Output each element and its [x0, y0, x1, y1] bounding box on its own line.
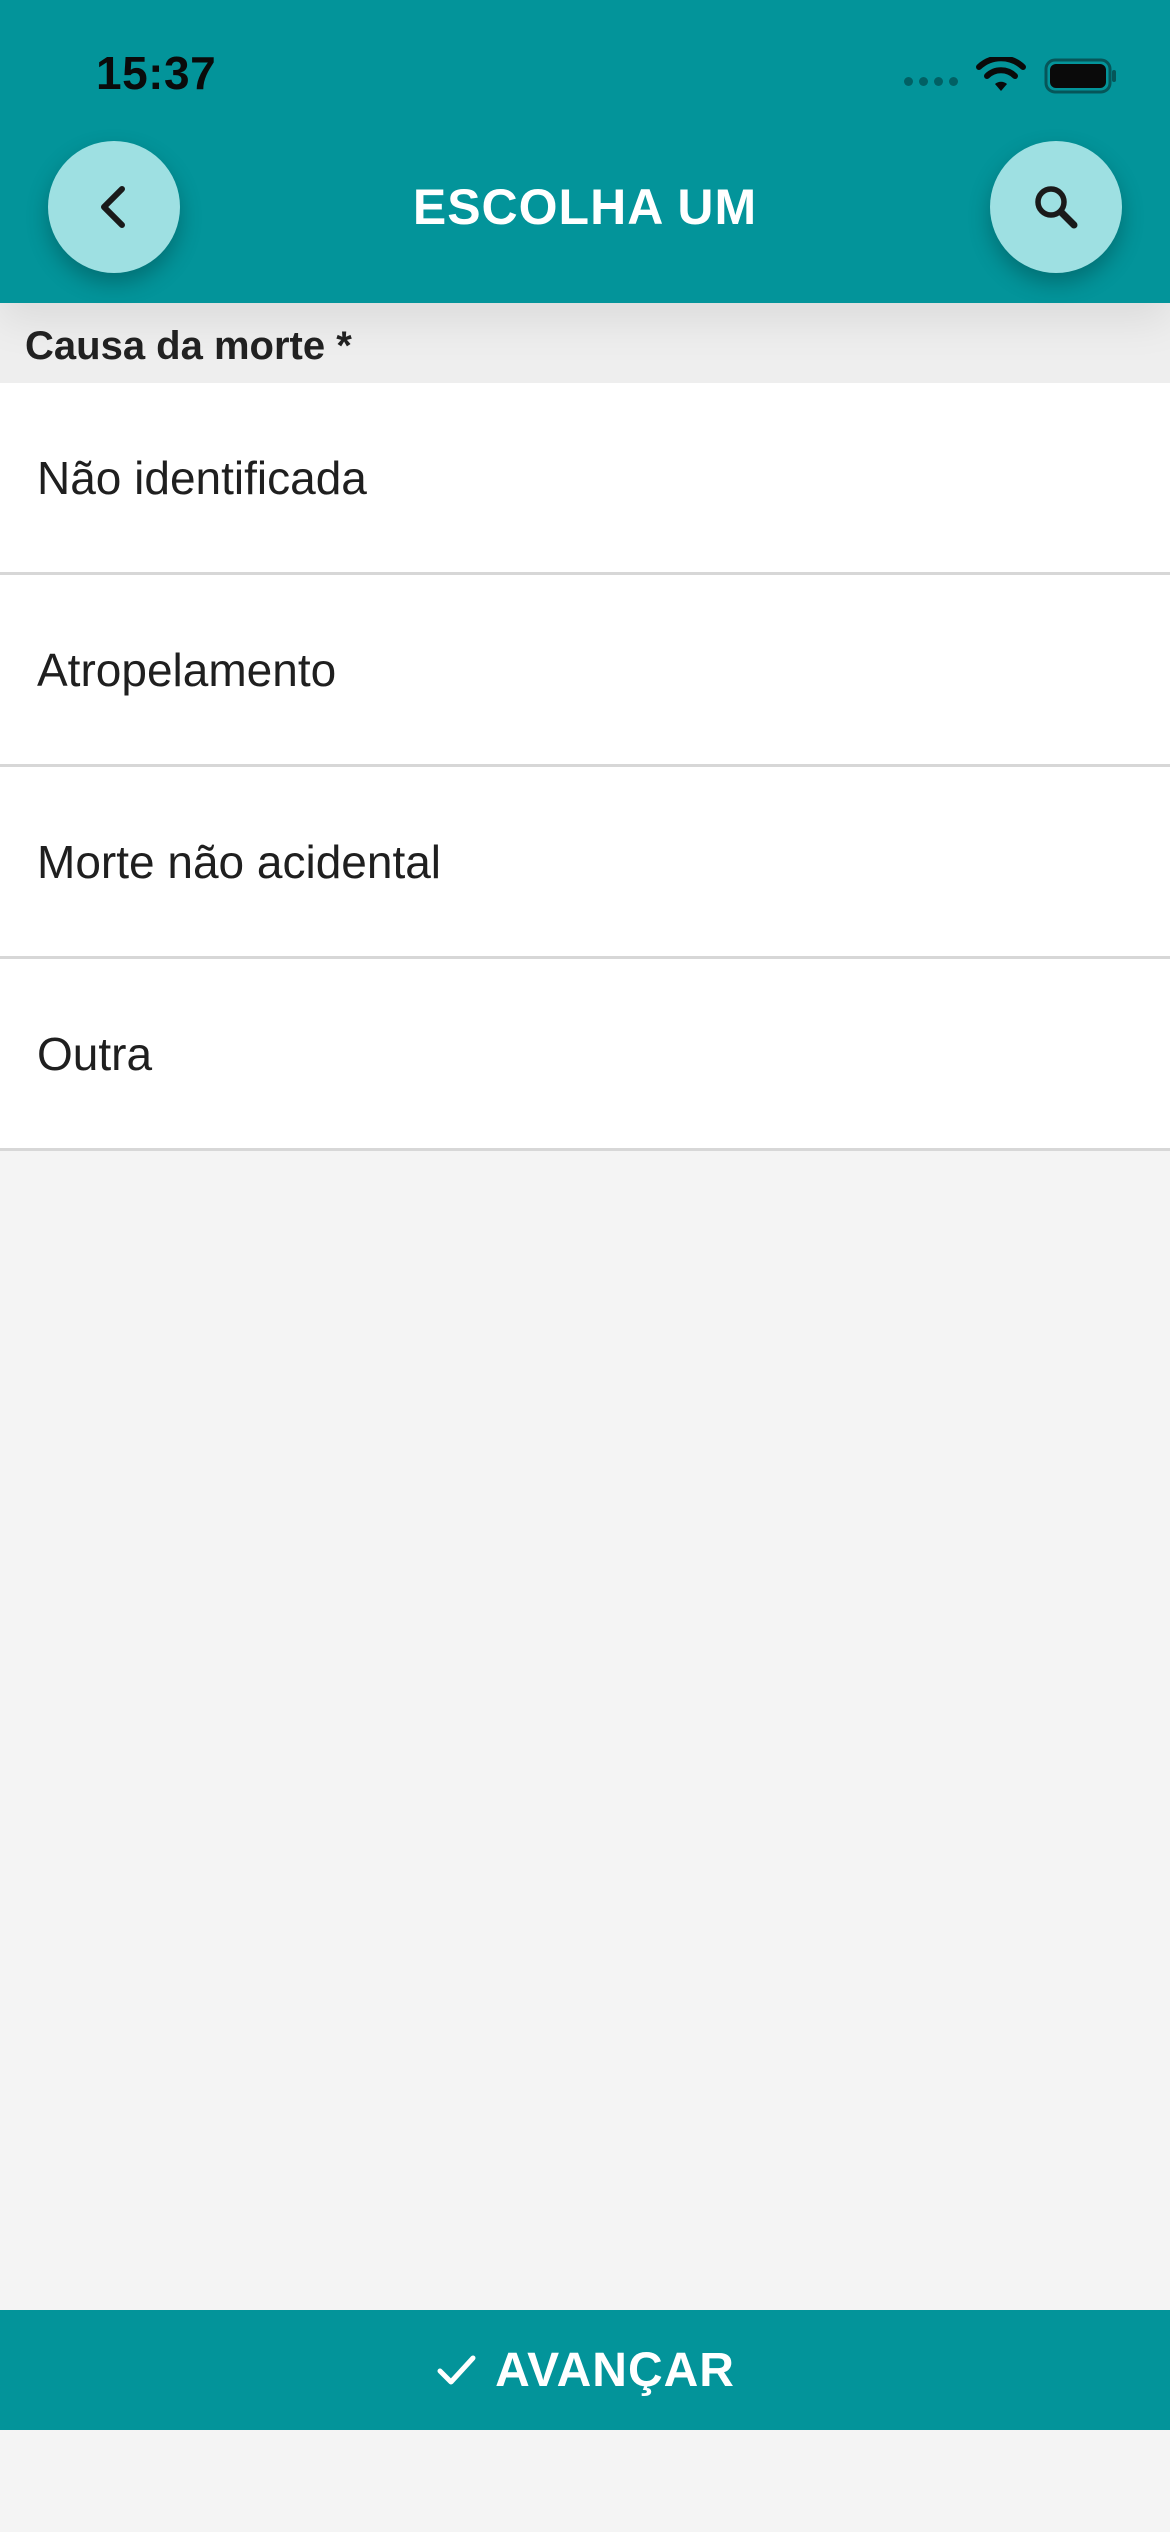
wifi-icon [976, 57, 1026, 91]
option-label: Atropelamento [37, 643, 337, 696]
advance-button[interactable]: AVANÇAR [0, 2310, 1170, 2430]
app-header: 15:37 ESCOLHA UM [0, 0, 1170, 303]
advance-button-label: AVANÇAR [495, 2343, 735, 2397]
option-list: Não identificada Atropelamento Morte não… [0, 383, 1170, 1151]
cellular-signal-icon [904, 76, 958, 86]
option-item[interactable]: Morte não acidental [0, 767, 1170, 959]
option-item[interactable]: Atropelamento [0, 575, 1170, 767]
option-item[interactable]: Não identificada [0, 383, 1170, 575]
section-label: Causa da morte * [0, 303, 1170, 383]
check-icon [437, 2355, 476, 2385]
option-item[interactable]: Outra [0, 959, 1170, 1151]
status-time: 15:37 [96, 47, 217, 99]
option-label: Não identificada [37, 451, 367, 504]
search-button[interactable] [990, 141, 1122, 273]
option-label: Morte não acidental [37, 835, 442, 888]
status-icons [904, 52, 1118, 100]
battery-icon [1044, 58, 1116, 94]
option-label: Outra [37, 1027, 153, 1080]
search-icon [1035, 186, 1078, 229]
